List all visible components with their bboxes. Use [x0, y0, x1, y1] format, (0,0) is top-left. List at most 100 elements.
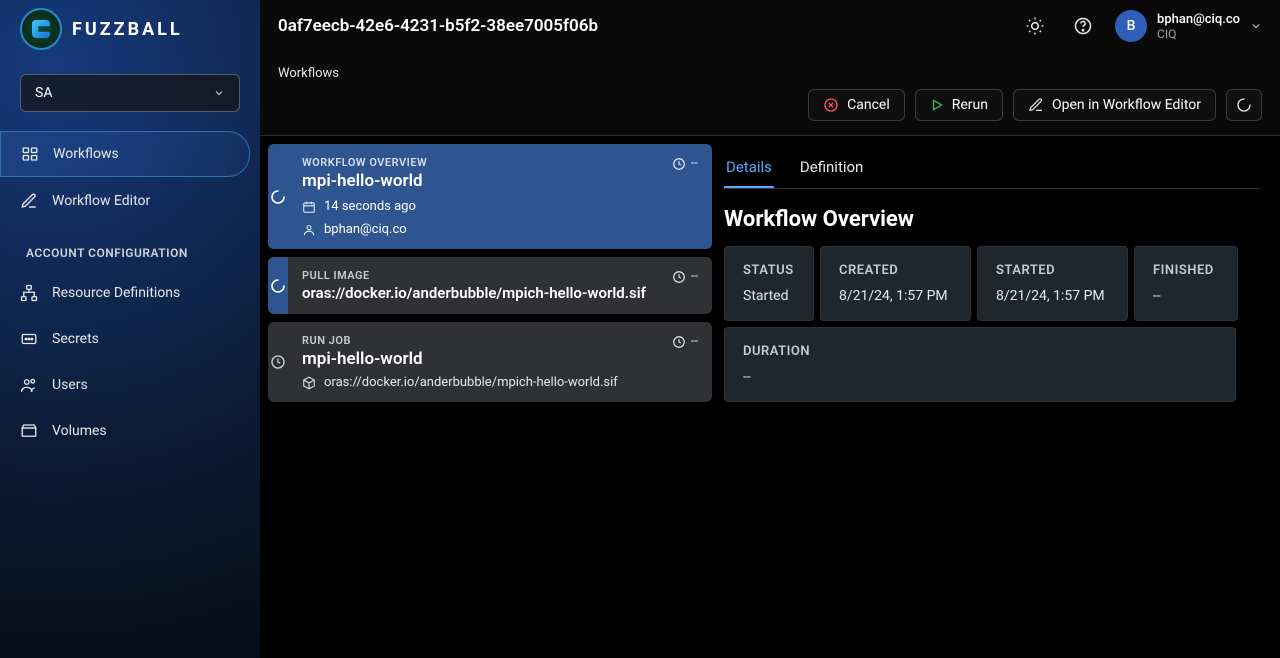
stat-value: Started [743, 288, 795, 304]
step-card-pull-image[interactable]: PULL IMAGE oras://docker.io/anderbubble/… [268, 257, 712, 314]
card-kicker: WORKFLOW OVERVIEW [302, 156, 427, 169]
stat-created: CREATED 8/21/24, 1:57 PM [820, 246, 971, 321]
refresh-button[interactable] [1226, 89, 1262, 121]
stat-value: 8/21/24, 1:57 PM [839, 288, 952, 304]
action-row: Cancel Rerun Open in Workflow Editor [278, 89, 1262, 121]
clock-icon [672, 335, 686, 349]
page-title: 0af7eecb-42e6-4231-b5f2-38ee7005f06b [278, 16, 1003, 36]
open-in-editor-button[interactable]: Open in Workflow Editor [1013, 89, 1216, 121]
stat-value: -- [743, 369, 1217, 385]
stat-value: -- [1153, 288, 1219, 304]
toolbar: Workflows Cancel Rerun Open in Workflow … [260, 52, 1280, 136]
users-icon [20, 376, 38, 394]
stat-label: STARTED [996, 263, 1109, 278]
card-meta-user: bphan@ciq.co [302, 222, 698, 237]
sidebar-item-volumes[interactable]: Volumes [0, 409, 250, 453]
brand-logo[interactable]: FUZZBALL [0, 0, 260, 60]
pkg-value: oras://docker.io/anderbubble/mpich-hello… [324, 375, 618, 390]
step-card-run-job[interactable]: RUN JOB mpi-hello-world -- oras://docker… [268, 322, 712, 402]
sidebar-item-label: Volumes [52, 423, 107, 439]
step-status-stripe [268, 322, 288, 402]
play-icon [930, 98, 944, 112]
avatar-initial: B [1127, 18, 1136, 34]
elapsed-time: -- [672, 334, 698, 349]
stat-started: STARTED 8/21/24, 1:57 PM [977, 246, 1128, 321]
sidebar-item-workflow-editor[interactable]: Workflow Editor [0, 179, 250, 223]
edit-icon [1028, 97, 1044, 113]
panel-heading: Workflow Overview [724, 207, 1260, 232]
context-selector[interactable]: SA [20, 74, 240, 112]
help-icon [1073, 16, 1093, 36]
user-email: bphan@ciq.co [1157, 12, 1240, 27]
user-icon [302, 223, 316, 237]
theme-toggle-button[interactable] [1019, 10, 1051, 42]
stat-label: FINISHED [1153, 263, 1219, 278]
sidebar-item-label: Workflows [53, 146, 119, 162]
sidebar: FUZZBALL SA Workflows Workflow Editor AC… [0, 0, 260, 658]
calendar-icon [302, 200, 316, 214]
chevron-down-icon [213, 87, 225, 99]
sidebar-section-label: ACCOUNT CONFIGURATION [0, 224, 260, 270]
stats-grid: STATUS Started CREATED 8/21/24, 1:57 PM … [724, 246, 1260, 402]
card-title: oras://docker.io/anderbubble/mpich-hello… [302, 284, 646, 302]
stat-status: STATUS Started [724, 246, 814, 321]
user-org: CIQ [1157, 27, 1240, 41]
breadcrumb-label: Workflows [278, 66, 339, 81]
context-selected-value: SA [35, 85, 52, 101]
tab-details[interactable]: Details [724, 148, 774, 188]
content: WORKFLOW OVERVIEW mpi-hello-world -- 14 … [260, 136, 1280, 658]
card-title: mpi-hello-world [302, 171, 427, 191]
meta-time: 14 seconds ago [324, 199, 416, 214]
sidebar-item-label: Resource Definitions [52, 285, 180, 301]
button-label: Open in Workflow Editor [1052, 97, 1201, 113]
brand-mark-icon [20, 8, 62, 50]
clock-icon [672, 270, 686, 284]
sidebar-item-resource-definitions[interactable]: Resource Definitions [0, 271, 250, 315]
rerun-button[interactable]: Rerun [915, 89, 1003, 121]
elapsed-value: -- [691, 334, 698, 349]
sidebar-item-secrets[interactable]: Secrets [0, 317, 250, 361]
card-kicker: PULL IMAGE [302, 269, 646, 282]
elapsed-time: -- [672, 156, 698, 171]
tab-label: Definition [800, 158, 863, 176]
stat-value: 8/21/24, 1:57 PM [996, 288, 1109, 304]
elapsed-time: -- [672, 269, 698, 284]
sidebar-item-workflows[interactable]: Workflows [0, 131, 250, 177]
details-panel: Details Definition Workflow Overview STA… [712, 144, 1272, 650]
workflows-icon [21, 145, 39, 163]
breadcrumb[interactable]: Workflows [278, 52, 1262, 89]
button-label: Cancel [847, 97, 890, 113]
brand-name: FUZZBALL [72, 19, 183, 40]
avatar: B [1115, 10, 1147, 42]
step-status-stripe [268, 257, 288, 314]
panel-tabs: Details Definition [724, 144, 1260, 189]
tree-icon [20, 284, 38, 302]
loading-icon [1236, 97, 1252, 113]
secrets-icon [20, 330, 38, 348]
chevron-down-icon [1250, 20, 1262, 32]
step-status-stripe [268, 144, 288, 249]
help-button[interactable] [1067, 10, 1099, 42]
tab-definition[interactable]: Definition [798, 148, 865, 188]
meta-user: bphan@ciq.co [324, 222, 407, 237]
spinner-icon [270, 189, 286, 205]
stat-label: DURATION [743, 344, 1217, 359]
card-meta-time: 14 seconds ago [302, 199, 698, 214]
user-info: bphan@ciq.co CIQ [1157, 12, 1240, 41]
sidebar-item-label: Workflow Editor [52, 193, 150, 209]
steps-column: WORKFLOW OVERVIEW mpi-hello-world -- 14 … [268, 144, 712, 650]
tab-label: Details [726, 158, 772, 176]
card-pkg: oras://docker.io/anderbubble/mpich-hello… [302, 375, 698, 390]
user-menu[interactable]: B bphan@ciq.co CIQ [1115, 10, 1262, 42]
volumes-icon [20, 422, 38, 440]
package-icon [302, 376, 316, 390]
main-area: 0af7eecb-42e6-4231-b5f2-38ee7005f06b B b… [260, 0, 1280, 658]
step-card-overview[interactable]: WORKFLOW OVERVIEW mpi-hello-world -- 14 … [268, 144, 712, 249]
button-label: Rerun [952, 97, 988, 113]
card-title: mpi-hello-world [302, 349, 423, 369]
sidebar-item-users[interactable]: Users [0, 363, 250, 407]
cancel-icon [823, 97, 839, 113]
edit-icon [20, 192, 38, 210]
sidebar-item-label: Secrets [52, 331, 99, 347]
cancel-button[interactable]: Cancel [808, 89, 905, 121]
